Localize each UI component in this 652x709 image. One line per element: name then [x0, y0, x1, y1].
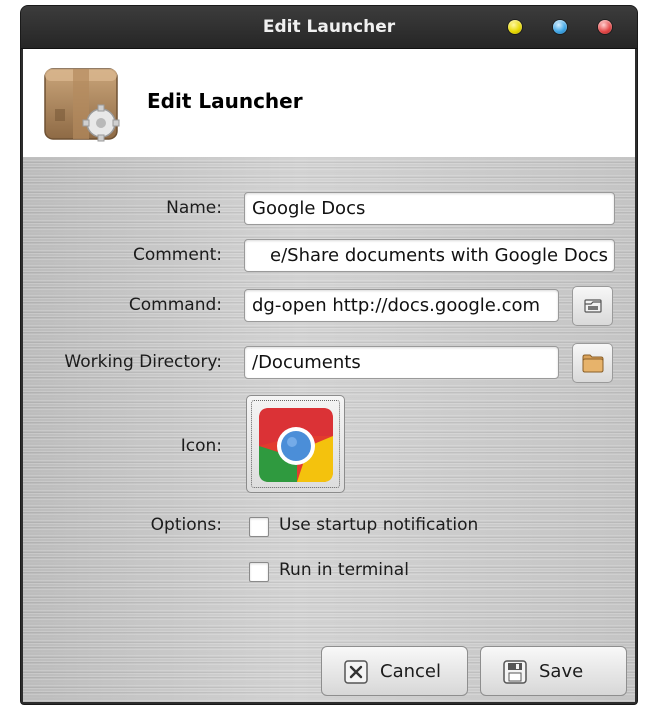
- run-in-terminal-checkbox[interactable]: [249, 562, 269, 582]
- comment-label: Comment:: [132, 245, 222, 265]
- close-button[interactable]: [598, 20, 612, 34]
- startup-notification-label[interactable]: Use startup notification: [279, 515, 478, 535]
- icon-label: Icon:: [180, 436, 222, 456]
- save-disk-icon: [503, 660, 527, 684]
- minimize-button[interactable]: [508, 20, 522, 34]
- name-input[interactable]: Google Docs: [244, 192, 615, 225]
- directory-browse-button[interactable]: [572, 343, 613, 383]
- window-title: Edit Launcher: [262, 17, 396, 37]
- save-button-label: Save: [539, 661, 584, 682]
- comment-input[interactable]: e/Share documents with Google Docs: [244, 239, 615, 272]
- command-input[interactable]: dg-open http://docs.google.com: [244, 289, 559, 322]
- maximize-button[interactable]: [553, 20, 567, 34]
- options-label: Options:: [150, 515, 222, 535]
- command-label: Command:: [128, 295, 222, 315]
- dialog-heading: Edit Launcher: [147, 89, 303, 113]
- run-in-terminal-label[interactable]: Run in terminal: [279, 560, 409, 580]
- cancel-button-label: Cancel: [380, 661, 441, 682]
- working-directory-input[interactable]: /Documents: [244, 346, 559, 379]
- open-file-icon: [584, 299, 602, 313]
- form-area: Name: Google Docs Comment: e/Share docum…: [23, 157, 635, 702]
- working-directory-label: Working Directory:: [64, 352, 222, 372]
- title-bar[interactable]: Edit Launcher: [21, 6, 637, 49]
- cancel-x-icon: [344, 660, 368, 684]
- dialog-header: Edit Launcher: [23, 49, 635, 157]
- save-button[interactable]: Save: [480, 646, 627, 696]
- package-settings-icon: [43, 63, 123, 143]
- startup-notification-checkbox[interactable]: [249, 517, 269, 537]
- name-label: Name:: [166, 198, 222, 218]
- cancel-button[interactable]: Cancel: [321, 646, 468, 696]
- chrome-icon: [259, 408, 333, 482]
- icon-picker-button[interactable]: [246, 395, 345, 493]
- folder-icon: [582, 354, 604, 373]
- edit-launcher-window: Edit Launcher Edit Launcher Name: Google…: [21, 6, 637, 704]
- command-browse-button[interactable]: [572, 286, 613, 326]
